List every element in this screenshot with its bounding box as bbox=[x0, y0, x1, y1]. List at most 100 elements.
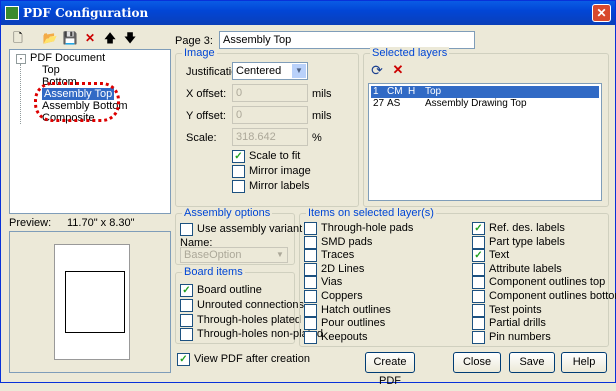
y-offset-label: Y offset: bbox=[186, 110, 226, 122]
ref-des-labels-label: Ref. des. labels bbox=[489, 222, 565, 234]
close-window-button[interactable]: ✕ bbox=[592, 4, 611, 22]
board-outline-checkbox[interactable]: ✓ Board outline bbox=[180, 284, 262, 298]
ref-des-labels-checkbox[interactable]: ✓ Ref. des. labels bbox=[472, 222, 565, 236]
component-outlines-top-checkbox[interactable]: Component outlines top bbox=[472, 276, 605, 290]
checkbox-box bbox=[304, 276, 317, 290]
hatch-outlines-label: Hatch outlines bbox=[321, 303, 391, 316]
pdf-configuration-window: PDF Configuration ✕ 🗋 📂 💾 ✕ 🡅 🡇 - PDF Do… bbox=[0, 0, 616, 387]
layer-num: 27 bbox=[373, 98, 385, 109]
keepouts-checkbox[interactable]: Keepouts bbox=[304, 330, 367, 345]
pour-outlines-checkbox[interactable]: Pour outlines bbox=[304, 317, 385, 331]
delete-icon[interactable]: ✕ bbox=[81, 29, 99, 47]
checkbox-box bbox=[472, 235, 485, 249]
layer-row[interactable]: 1 CM H Top bbox=[371, 86, 599, 98]
2d-lines-checkbox[interactable]: 2D Lines bbox=[304, 262, 365, 277]
remove-layer-icon[interactable]: ✕ bbox=[390, 62, 406, 78]
chevron-down-icon[interactable]: ▼ bbox=[292, 64, 306, 78]
tree-item-top[interactable]: Top bbox=[42, 64, 60, 76]
component-outlines-bottom-checkbox[interactable]: Component outlines bottom bbox=[472, 290, 616, 304]
checkbox-box bbox=[180, 223, 193, 236]
test-points-label: Test points bbox=[489, 303, 542, 316]
x-offset-input[interactable]: 0 bbox=[232, 84, 308, 102]
save-button[interactable]: Save bbox=[509, 352, 555, 373]
through-hole-pads-checkbox[interactable]: Through-hole pads bbox=[304, 222, 413, 236]
pin-numbers-label: Pin numbers bbox=[489, 330, 551, 343]
vias-label: Vias bbox=[321, 276, 343, 289]
mirror-image-label: Mirror image bbox=[249, 165, 311, 177]
y-offset-input[interactable]: 0 bbox=[232, 106, 308, 124]
tree-root[interactable]: PDF Document bbox=[30, 52, 105, 64]
traces-label: Traces bbox=[321, 249, 355, 262]
justification-value: Centered bbox=[236, 65, 282, 77]
preview-pane bbox=[9, 231, 171, 373]
chevron-down-icon[interactable]: ▼ bbox=[274, 249, 286, 261]
items-on-layers-title: Items on selected layer(s) bbox=[306, 207, 436, 219]
through-hole-pads-label: Through-hole pads bbox=[321, 222, 414, 234]
checkbox-box bbox=[304, 222, 317, 235]
pin-numbers-checkbox[interactable]: Pin numbers bbox=[472, 330, 551, 345]
through-holes-plated-checkbox[interactable]: Through-holes plated bbox=[180, 314, 301, 328]
preview-board-outline bbox=[65, 271, 125, 333]
view-pdf-checkbox[interactable]: ✓ View PDF after creation bbox=[177, 353, 310, 367]
checkbox-box bbox=[304, 235, 317, 249]
justification-select[interactable]: Centered ▼ bbox=[232, 62, 308, 80]
checkbox-box bbox=[304, 303, 317, 317]
layer-name: Assembly Drawing Top bbox=[425, 98, 527, 109]
test-points-checkbox[interactable]: Test points bbox=[472, 303, 542, 318]
move-up-icon[interactable]: 🡅 bbox=[101, 29, 119, 47]
checkbox-box bbox=[180, 314, 193, 327]
check-icon: ✓ bbox=[472, 222, 485, 235]
checkbox-box bbox=[472, 262, 485, 276]
mirror-image-checkbox[interactable]: Mirror image bbox=[232, 165, 311, 179]
layer-name: Top bbox=[425, 86, 442, 97]
coppers-label: Coppers bbox=[321, 290, 363, 302]
move-down-icon[interactable]: 🡇 bbox=[121, 29, 139, 47]
selected-layers-list[interactable]: 1 CM H Top 27 AS Assembly Drawing Top bbox=[368, 83, 602, 201]
variant-name-value: BaseOption bbox=[184, 249, 242, 261]
new-icon[interactable]: 🗋 bbox=[9, 29, 27, 47]
partial-drills-checkbox[interactable]: Partial drills bbox=[472, 317, 546, 331]
attribute-labels-checkbox[interactable]: Attribute labels bbox=[472, 262, 562, 277]
hatch-outlines-checkbox[interactable]: Hatch outlines bbox=[304, 303, 391, 318]
x-offset-unit: mils bbox=[312, 88, 332, 100]
check-icon: ✓ bbox=[232, 150, 245, 163]
scale-unit: % bbox=[312, 132, 322, 144]
layer-row[interactable]: 27 AS Assembly Drawing Top bbox=[371, 98, 599, 110]
items-on-layers-group: Items on selected layer(s) Through-hole … bbox=[299, 207, 616, 347]
tree-collapse-icon[interactable]: - bbox=[16, 54, 26, 64]
use-assembly-variant-label: Use assembly variant bbox=[197, 223, 303, 235]
close-button[interactable]: Close bbox=[453, 352, 501, 373]
text-checkbox[interactable]: ✓ Text bbox=[472, 249, 509, 263]
create-pdf-button[interactable]: Create PDF bbox=[365, 352, 415, 387]
variant-name-select[interactable]: BaseOption ▼ bbox=[180, 247, 288, 263]
title-bar[interactable]: PDF Configuration ✕ bbox=[1, 1, 615, 25]
scale-label: Scale: bbox=[186, 132, 217, 144]
save-icon[interactable]: 💾 bbox=[61, 29, 79, 47]
smd-pads-checkbox[interactable]: SMD pads bbox=[304, 235, 372, 250]
open-icon[interactable]: 📂 bbox=[41, 29, 59, 47]
checkbox-box bbox=[180, 328, 193, 341]
page-tree[interactable]: - PDF Document Top Bottom Assembly Top A… bbox=[9, 49, 171, 214]
checkbox-box bbox=[232, 180, 245, 193]
highlight-annotation bbox=[34, 82, 120, 122]
checkbox-box bbox=[472, 290, 485, 303]
refresh-icon[interactable]: ⟳ bbox=[369, 62, 385, 78]
selected-layers-title: Selected layers bbox=[370, 47, 450, 59]
board-items-title: Board items bbox=[182, 266, 245, 278]
help-button[interactable]: Help bbox=[561, 352, 607, 373]
checkbox-box bbox=[304, 317, 317, 331]
checkbox-box bbox=[180, 299, 193, 312]
use-assembly-variant-checkbox[interactable]: Use assembly variant bbox=[180, 223, 302, 237]
board-items-group: Board items ✓ Board outline Unrouted conn… bbox=[175, 266, 323, 344]
scale-input[interactable]: 318.642 bbox=[232, 128, 308, 146]
traces-checkbox[interactable]: Traces bbox=[304, 249, 354, 263]
text-label: Text bbox=[489, 249, 510, 262]
mirror-labels-checkbox[interactable]: Mirror labels bbox=[232, 180, 310, 194]
unrouted-connections-checkbox[interactable]: Unrouted connections bbox=[180, 299, 304, 313]
2d-lines-label: 2D Lines bbox=[321, 262, 365, 275]
vias-checkbox[interactable]: Vias bbox=[304, 276, 342, 290]
coppers-checkbox[interactable]: Coppers bbox=[304, 290, 363, 304]
scale-to-fit-checkbox[interactable]: ✓ Scale to fit bbox=[232, 150, 300, 164]
part-type-labels-checkbox[interactable]: Part type labels bbox=[472, 235, 565, 250]
layer-code: AS bbox=[387, 98, 401, 109]
